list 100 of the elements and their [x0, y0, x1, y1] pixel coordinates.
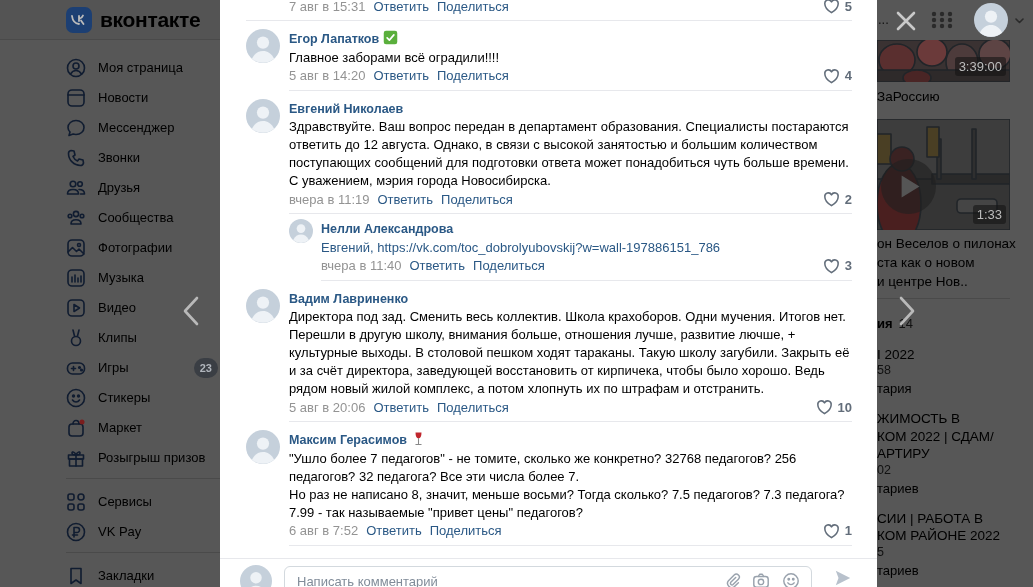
logo-text: вконтакте: [100, 6, 201, 33]
share-link[interactable]: Поделиться: [436, 398, 509, 417]
send-icon[interactable]: [834, 569, 852, 587]
sidebar-item[interactable]: Сообщества: [0, 203, 220, 233]
heart-icon: [821, 0, 841, 16]
avatar: [246, 430, 280, 464]
share-link[interactable]: Поделиться: [429, 522, 502, 540]
chevron-right-icon: [897, 296, 917, 326]
heart-icon: [821, 66, 841, 86]
avatar: [246, 29, 280, 63]
next-button[interactable]: [897, 296, 917, 326]
like-button[interactable]: 10: [814, 398, 852, 417]
comment-date: 6 авг в 7:52: [289, 522, 359, 540]
like-button[interactable]: 3: [821, 256, 852, 276]
user-icon: [66, 58, 86, 78]
video-duration: 3:39:00: [954, 56, 1006, 76]
sidebar-item[interactable]: Музыка: [0, 263, 220, 293]
like-button[interactable]: 5: [821, 0, 852, 16]
author-name[interactable]: Евгений Николаев: [289, 101, 404, 116]
post-title[interactable]: ЖИМОСТЬ В КОМ 2022 | СДАМ/ АРТИРУ: [877, 410, 1033, 463]
friends-icon: [66, 178, 86, 198]
sidebar-item[interactable]: Клипы: [0, 323, 220, 353]
apps-icon: [66, 492, 86, 512]
comment-text: Здравствуйте. Ваш вопрос передан в департамент образования. Специалисты постараются ответить до 12 августа. Однако, в связи с высокой занятостью и большим количеством поступающих сообщений для подготовки ответа может понадобиться чуть больше времени. С уважением, мэрия города Новосибирска.: [289, 118, 850, 190]
sidebar-item[interactable]: Игры 23: [0, 353, 220, 383]
sidebar-item[interactable]: Друзья: [0, 173, 220, 203]
author-name[interactable]: Егор Лапатков: [289, 32, 380, 46]
reply-link[interactable]: Ответить: [373, 0, 429, 16]
wallet-coin-icon: [66, 522, 86, 542]
chevron-down-icon[interactable]: [1014, 15, 1024, 25]
video-icon: [66, 298, 86, 318]
sidebar-item[interactable]: Мессенджер: [0, 113, 220, 143]
smiley-icon: [66, 388, 86, 408]
sidebar-item[interactable]: Маркет: [0, 413, 220, 443]
previous-button[interactable]: [181, 296, 201, 326]
post-date: 5: [877, 544, 885, 559]
sidebar-item[interactable]: Новости: [0, 83, 220, 113]
sidebar-item[interactable]: VK Pay: [0, 517, 220, 547]
image-icon: [66, 238, 86, 258]
sidebar-item[interactable]: Фотографии: [0, 233, 220, 263]
close-button[interactable]: [896, 10, 916, 30]
sidebar-item[interactable]: Моя страница: [0, 53, 220, 83]
post-date: 58: [877, 363, 892, 377]
gift-icon: [66, 448, 86, 468]
author-name[interactable]: Нелли Александрова: [321, 222, 454, 236]
chevron-left-icon: [181, 296, 201, 326]
camera-icon[interactable]: [752, 572, 770, 587]
truncated-text: ...: [878, 11, 889, 30]
share-link[interactable]: Поделиться: [436, 0, 509, 16]
group-icon: [66, 208, 86, 228]
close-icon: [896, 10, 916, 31]
like-button[interactable]: 2: [821, 190, 852, 209]
avatar: [246, 288, 280, 323]
mention-link[interactable]: Евгений,: [321, 239, 374, 255]
sidebar-item[interactable]: Видео: [0, 293, 220, 323]
url-link[interactable]: https://vk.com/toc_dobrolyubovskij?w=wall-197886151_786: [377, 239, 721, 255]
heart-icon: [814, 398, 834, 417]
comment-text: Главное заборами всё оградили!!!!: [289, 48, 501, 67]
play-button[interactable]: [881, 159, 936, 214]
sidebar-item[interactable]: Закладки: [0, 561, 220, 587]
avatar: [973, 3, 1008, 37]
logo-icon[interactable]: [66, 6, 92, 33]
comments-count: тариев: [877, 561, 920, 580]
comment-date: вчера в 11:19: [289, 190, 370, 209]
video-title[interactable]: он Веселов о пилонах ста как о новом и центре Нов..: [877, 234, 1033, 291]
reply-link[interactable]: Ответить: [373, 398, 429, 417]
video-title[interactable]: ЗаРоссию: [877, 88, 1033, 106]
comment-date: 5 авг в 14:20: [289, 67, 366, 85]
reply-link[interactable]: Ответить: [373, 67, 429, 85]
author-name[interactable]: Вадим Лавриненко: [289, 291, 409, 306]
like-button[interactable]: 1: [821, 521, 852, 541]
sidebar-item[interactable]: Сервисы: [0, 487, 220, 517]
reply-link[interactable]: Ответить: [366, 522, 422, 540]
like-button[interactable]: 4: [821, 66, 852, 86]
paperclip-icon[interactable]: [724, 572, 742, 587]
post-date: 02: [877, 462, 892, 477]
checkmark-icon: [383, 30, 399, 45]
share-link[interactable]: Поделиться: [436, 67, 509, 85]
apps-icon[interactable]: [930, 11, 953, 29]
music-icon: [66, 268, 86, 288]
heart-icon: [821, 256, 841, 276]
reply-link[interactable]: Ответить: [377, 190, 434, 209]
comment-date: вчера в 11:40: [321, 257, 402, 275]
share-link[interactable]: Поделиться: [473, 257, 545, 275]
sidebar-item[interactable]: Розыгрыш призов: [0, 443, 220, 473]
video-duration: 1:33: [972, 204, 1006, 224]
comment-date: 7 авг в 15:31: [289, 0, 366, 16]
comment-text: "Ушло более 7 педагогов" - не томите, сколько же конкретно? 32768 педагогов? 256 педагогов? 32 педагога? Все эти числа более 7. Но раз не написано 8, значит, меньше восьми? Тогда сколько? 7.5 педагогов? 7.3 педагога? 7.99 - так называемые "привет цены" педагогов?: [289, 449, 846, 522]
share-link[interactable]: Поделиться: [441, 190, 513, 209]
sidebar-item[interactable]: Звонки: [0, 143, 220, 173]
post-title[interactable]: СИИ | РАБОТА В КОМ РАЙОНЕ 2022: [877, 509, 1033, 545]
count-badge: 23: [193, 357, 218, 379]
author-name[interactable]: Максим Герасимов: [289, 433, 407, 447]
comment-text: Директора под зад. Сменить весь коллектив. Школа крахоборов. Одни мучения. Итогов нет. Перешли в другую школу, внимания больше, отношения лучше, развитие лючше, + культурные выходы. В столовой пешком ходят тараканы. Такую школу загубили. Закрыть её и за счёт директора, заведующей восстановить от кирпичека, чтобы было хорошо. Ведь рядом новый жилой комплекс, а потом хлопнуть их по штрафам и отстранить.: [289, 308, 851, 398]
reply-link[interactable]: Ответить: [409, 257, 466, 275]
post-title[interactable]: I 2022: [877, 345, 1033, 363]
comments-count: тария: [877, 380, 913, 398]
phone-icon: [66, 148, 86, 168]
smiley-icon[interactable]: [782, 572, 800, 587]
sidebar-item[interactable]: Стикеры: [0, 383, 220, 413]
